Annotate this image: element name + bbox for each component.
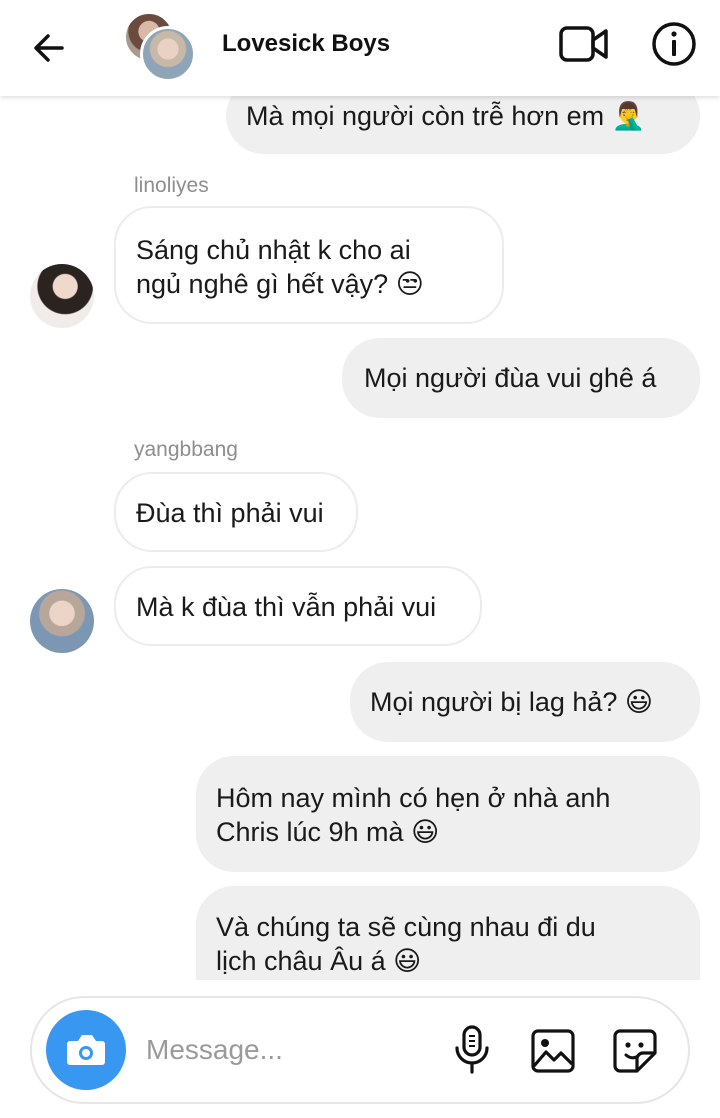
message-outgoing[interactable]: Mọi người bị lag hả? 😃 — [350, 662, 700, 742]
message-text: Mà k đùa thì vẫn phải vui — [136, 592, 437, 622]
message-incoming[interactable]: Đùa thì phải vui — [114, 472, 358, 552]
video-call-icon[interactable] — [558, 22, 610, 66]
message-outgoing[interactable]: Và chúng ta sẽ cùng nhau đi du lịch châu… — [196, 886, 700, 980]
group-avatar[interactable] — [124, 12, 196, 82]
avatar — [140, 26, 196, 82]
message-text-line: Chris lúc 9h mà 😃 — [216, 817, 440, 847]
camera-button[interactable] — [46, 1010, 126, 1090]
back-arrow-icon[interactable] — [28, 26, 72, 70]
message-outgoing[interactable]: Hôm nay mình có hẹn ở nhà anh Chris lúc … — [196, 756, 700, 872]
sender-name: linoliyes — [134, 174, 209, 197]
microphone-icon[interactable] — [452, 1024, 492, 1076]
message-text-line: ngủ nghê gì hết vậy? 😒 — [136, 269, 424, 299]
message-text: Đùa thì phải vui — [136, 498, 324, 528]
message-text-line: lịch châu Âu á 😃 — [216, 946, 422, 976]
avatar[interactable] — [30, 264, 94, 328]
message-text: Mọi người bị lag hả? 😃 — [370, 687, 654, 717]
avatar[interactable] — [30, 589, 94, 653]
message-composer — [30, 996, 690, 1104]
message-text: Mọi người đùa vui ghê á — [364, 363, 657, 393]
message-incoming[interactable]: Sáng chủ nhật k cho ai ngủ nghê gì hết v… — [114, 206, 504, 324]
message-text-line: Hôm nay mình có hẹn ở nhà anh — [216, 783, 611, 813]
message-list: Mà mọi người còn trễ hơn em 🤦‍♂️ linoliy… — [0, 0, 720, 980]
sticker-icon[interactable] — [612, 1028, 658, 1074]
message-incoming[interactable]: Mà k đùa thì vẫn phải vui — [114, 566, 482, 646]
message-input[interactable] — [144, 1026, 438, 1074]
sender-name: yangbbang — [134, 438, 238, 461]
info-icon[interactable] — [650, 20, 698, 68]
message-text-line: Và chúng ta sẽ cùng nhau đi du — [216, 912, 596, 942]
message-text-line: Sáng chủ nhật k cho ai — [136, 235, 411, 265]
chat-title[interactable]: Lovesick Boys — [222, 30, 390, 58]
camera-icon — [67, 1035, 105, 1065]
gallery-icon[interactable] — [530, 1028, 576, 1074]
chat-header: Lovesick Boys — [0, 0, 720, 96]
message-text: Mà mọi người còn trễ hơn em 🤦‍♂️ — [246, 101, 646, 131]
message-outgoing[interactable]: Mọi người đùa vui ghê á — [342, 338, 700, 418]
